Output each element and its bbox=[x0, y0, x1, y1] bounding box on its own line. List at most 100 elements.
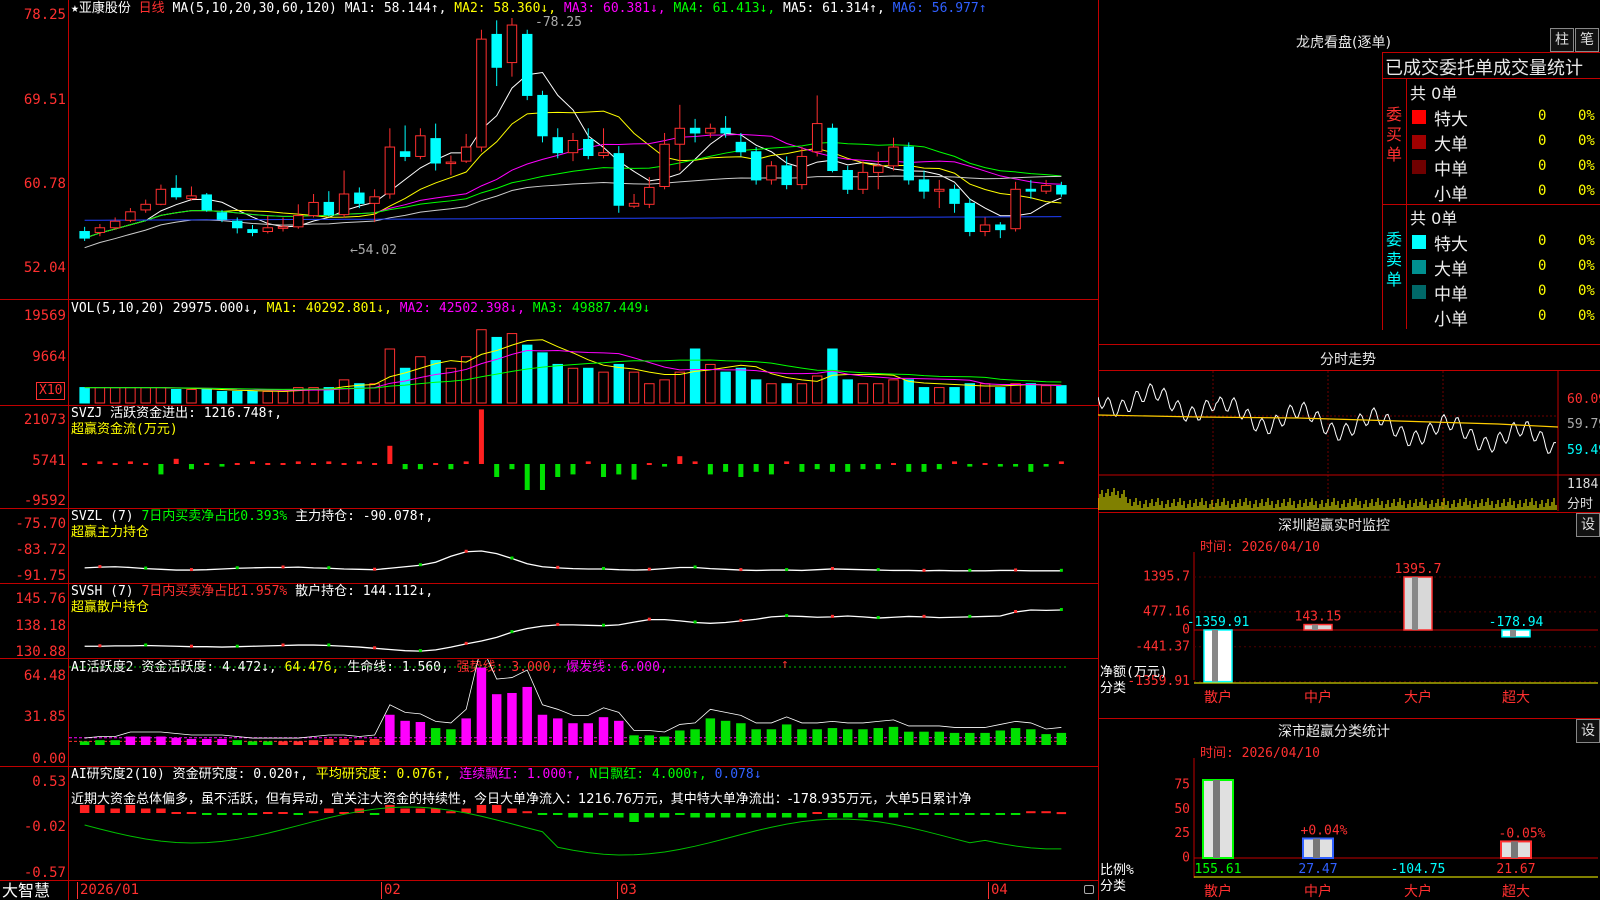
activity-bar bbox=[247, 741, 258, 745]
ma-params[interactable]: MA(5,10,20,30,60,120) bbox=[173, 1, 337, 16]
fund-flow-chart[interactable] bbox=[69, 406, 1098, 508]
fl-y-tick: 0 bbox=[1182, 851, 1190, 866]
candle-body bbox=[537, 94, 548, 137]
activity-bar bbox=[812, 729, 822, 745]
candle-body bbox=[506, 24, 518, 64]
activity-bar bbox=[614, 720, 624, 745]
stock-name[interactable]: 亚康股份 bbox=[79, 1, 131, 16]
ai-activity-chart[interactable]: ↑ bbox=[69, 659, 1098, 766]
candle-body bbox=[399, 151, 411, 157]
sz-bar-shade bbox=[1412, 577, 1418, 630]
research-bar bbox=[1026, 811, 1036, 814]
fl-y-tick: 50 bbox=[1174, 802, 1190, 817]
order-count: 0 bbox=[1538, 158, 1547, 174]
fl-settings-button[interactable]: 设 bbox=[1576, 719, 1600, 743]
sz-settings-button[interactable]: 设 bbox=[1576, 513, 1600, 537]
retail-line-dot bbox=[189, 644, 193, 648]
candle-body bbox=[842, 170, 853, 190]
legend-swatch bbox=[1412, 110, 1426, 124]
volume-bar bbox=[613, 363, 625, 404]
fund-flow-bar bbox=[524, 464, 530, 490]
fl-bar-shade bbox=[1213, 780, 1220, 858]
candle-body bbox=[674, 127, 686, 145]
brand-logo: 大智慧 bbox=[2, 881, 51, 900]
fl-category-chart[interactable]: 75 50 25 0 155.61 散户 +0.04% 27.47 中户 -104.75 大户 -0.… bbox=[1098, 758, 1600, 900]
ai2-label[interactable]: AI研究度2(10) bbox=[71, 767, 165, 782]
fund-flow-bar bbox=[509, 464, 515, 470]
candle-body bbox=[79, 231, 90, 239]
research-bar bbox=[1056, 812, 1067, 815]
ai-research-chart[interactable] bbox=[69, 805, 1098, 880]
volume-bar bbox=[94, 387, 106, 404]
sz-monitor-chart[interactable]: 1395.7477.160-441.37-1359.91-1359.91散户14… bbox=[1098, 552, 1600, 717]
ai2-tick-3: -0.57 bbox=[23, 865, 66, 881]
svzj-tick-1: 21073 bbox=[23, 412, 66, 428]
fund-flow-bar bbox=[494, 464, 500, 477]
fs-price-2: 59.79 bbox=[1567, 417, 1600, 432]
fund-flow-bar bbox=[997, 464, 1003, 467]
bar-mode-button[interactable]: 柱 bbox=[1550, 28, 1574, 52]
volume-bar bbox=[155, 387, 167, 404]
vol-params[interactable]: VOL(5,10,20) bbox=[71, 301, 165, 316]
research-bar bbox=[842, 813, 853, 818]
high-annotation-value: 78.25 bbox=[542, 15, 582, 30]
vol-header: VOL(5,10,20) 29975.000↓, MA1: 40292.801↓… bbox=[71, 301, 650, 317]
ai2-n-red: N日飘红: 4.000↑, bbox=[589, 767, 707, 782]
candlestick-chart[interactable] bbox=[69, 18, 1098, 299]
fund-flow-bar bbox=[967, 464, 973, 467]
candle-body bbox=[293, 215, 304, 228]
research-bar bbox=[995, 813, 1006, 815]
activity-bar bbox=[140, 736, 151, 745]
period-label[interactable]: 日线 bbox=[139, 1, 165, 16]
price-tick-3: 60.78 bbox=[23, 176, 66, 192]
candle-body bbox=[705, 127, 716, 134]
order-size-label: 大单 bbox=[1434, 260, 1468, 280]
candle-body bbox=[979, 224, 991, 233]
order-percent: 0% bbox=[1578, 183, 1595, 199]
volume-chart[interactable] bbox=[69, 318, 1098, 405]
main-force-line-dot bbox=[1014, 568, 1018, 572]
candle-body bbox=[903, 146, 914, 181]
main-force-holding-chart[interactable] bbox=[69, 509, 1098, 583]
retail-line-dot bbox=[647, 617, 651, 621]
ma2-line bbox=[84, 110, 1062, 239]
research-bar bbox=[934, 813, 945, 815]
volume-bar bbox=[354, 383, 365, 404]
order-count: 0 bbox=[1538, 108, 1547, 124]
candle-body bbox=[613, 153, 625, 206]
activity-bar bbox=[171, 737, 181, 745]
fund-flow-bar bbox=[402, 464, 408, 470]
tick-mode-button[interactable]: 笔 bbox=[1575, 28, 1599, 52]
candle-body bbox=[323, 201, 335, 216]
intraday-chart[interactable] bbox=[1098, 371, 1600, 511]
lock-icon[interactable] bbox=[1084, 885, 1094, 894]
volume-bar bbox=[491, 336, 502, 404]
fund-flow-bar bbox=[1028, 464, 1034, 472]
fund-flow-bar bbox=[814, 464, 820, 470]
retail-holding-chart[interactable] bbox=[69, 584, 1098, 658]
research-bar bbox=[583, 813, 593, 818]
sz-y-tick: 477.16 bbox=[1143, 604, 1190, 619]
research-bar bbox=[308, 811, 319, 814]
star-icon[interactable]: ★ bbox=[71, 1, 79, 16]
main-force-line-dot bbox=[693, 565, 697, 569]
order-percent: 0% bbox=[1578, 158, 1595, 174]
ai2-avg: 平均研究度: 0.076↑, bbox=[315, 767, 452, 782]
main-force-line-dot bbox=[968, 568, 972, 572]
activity-bar bbox=[904, 731, 914, 745]
fund-flow-bar bbox=[234, 463, 240, 465]
sz-bar-group bbox=[1501, 629, 1531, 638]
fund-flow-bar bbox=[707, 464, 713, 475]
volume-bar bbox=[79, 387, 90, 404]
candle-body bbox=[445, 161, 457, 165]
volume-bar bbox=[1025, 383, 1037, 404]
ai2-research: 资金研究度: 0.020↑, bbox=[172, 767, 309, 782]
candle-body bbox=[781, 165, 792, 186]
candle-body bbox=[811, 123, 823, 153]
fund-flow-bar bbox=[1013, 464, 1019, 467]
fund-flow-bar bbox=[204, 463, 210, 465]
volume-bar bbox=[170, 389, 182, 404]
activity-bar bbox=[583, 723, 593, 745]
main-force-line-dot bbox=[1059, 568, 1063, 572]
research-bar bbox=[736, 813, 746, 818]
